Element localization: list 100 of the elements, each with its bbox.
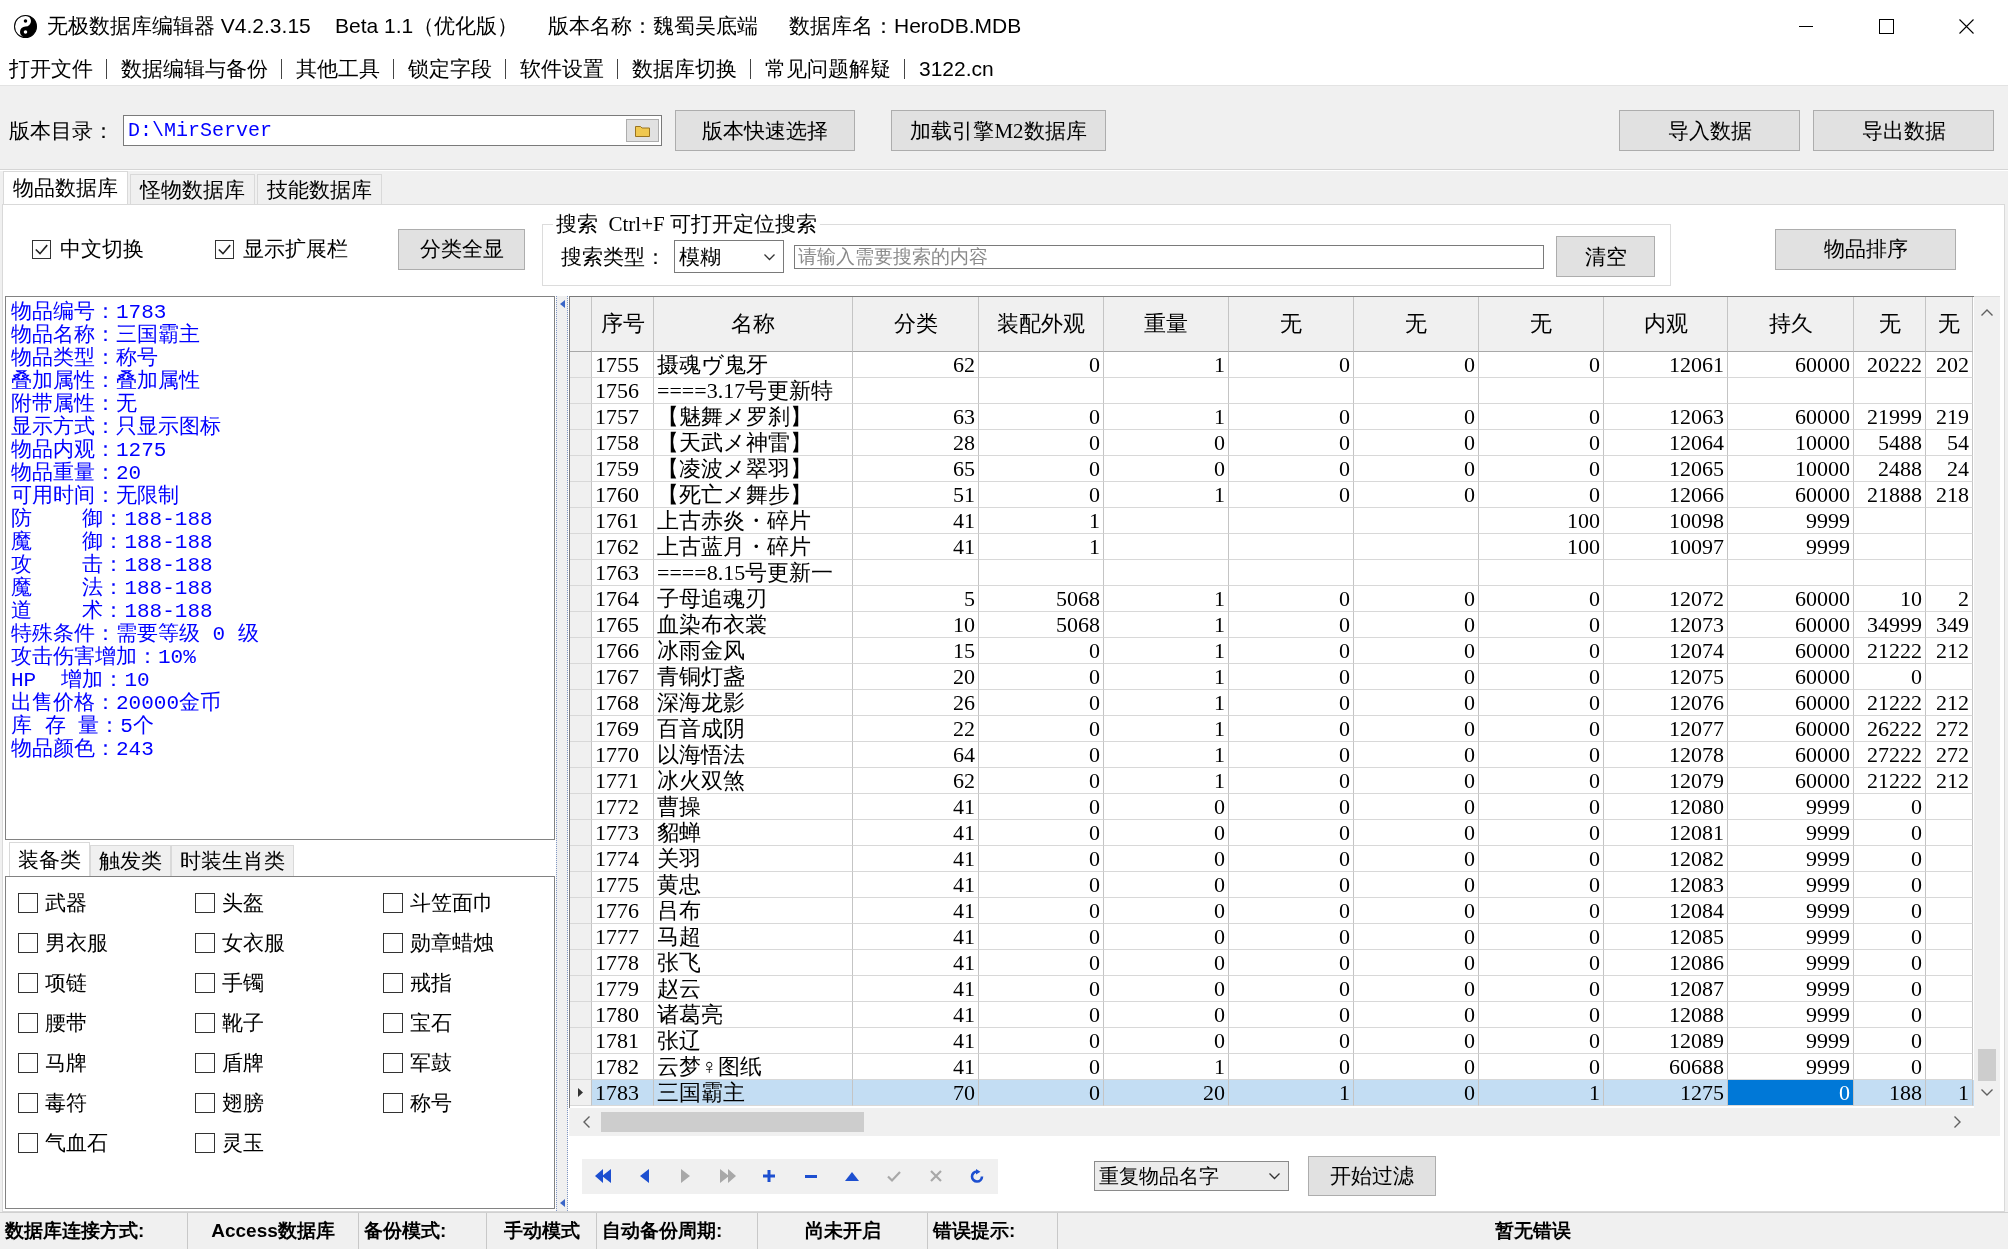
table-row[interactable]: 1770 以海悟法 64 0 1 0 0 0 12078 60000 27222 272 [570, 742, 1974, 768]
table-row[interactable]: 1763 ====8.15号更新一 [570, 560, 1974, 586]
collapse-arrow-icon[interactable] [559, 300, 565, 308]
table-row[interactable]: 1776 吕布 41 0 0 0 0 0 12084 9999 0 [570, 898, 1974, 924]
horizontal-scrollbar[interactable] [569, 1108, 1974, 1136]
category-checkbox[interactable]: 军鼓 [383, 1043, 452, 1083]
checkbox-icon[interactable] [383, 893, 403, 913]
collapse-arrow-icon[interactable] [559, 1199, 565, 1207]
checkbox-icon[interactable] [383, 1053, 403, 1073]
menu-item[interactable]: 数据编辑与备份 [121, 54, 268, 83]
plus-icon[interactable] [763, 1170, 776, 1182]
column-header[interactable]: 无 [1479, 297, 1604, 352]
category-checkbox[interactable]: 戒指 [383, 963, 452, 1003]
checkbox-icon[interactable] [195, 1053, 215, 1073]
table-row[interactable]: 1777 马超 41 0 0 0 0 0 12085 9999 0 [570, 924, 1974, 950]
checkbox-icon[interactable] [195, 1093, 215, 1113]
category-checkbox[interactable]: 称号 [383, 1083, 452, 1123]
menu-item[interactable]: 打开文件 [9, 54, 93, 83]
checkbox-icon[interactable] [195, 893, 215, 913]
column-header[interactable]: 序号 [592, 297, 654, 352]
category-checkbox[interactable]: 翅膀 [195, 1083, 264, 1123]
category-checkbox[interactable]: 手镯 [195, 963, 264, 1003]
up-triangle-icon[interactable] [845, 1171, 860, 1181]
category-checkbox[interactable]: 宝石 [383, 1003, 452, 1043]
option-checkbox[interactable]: 中文切换 [32, 235, 144, 263]
tab[interactable]: 技能数据库 [257, 174, 382, 204]
category-checkbox[interactable]: 马牌 [18, 1043, 87, 1083]
column-header[interactable]: 持久 [1728, 297, 1854, 352]
menu-item[interactable]: 数据库切换 [632, 54, 737, 83]
table-row[interactable]: 1782 云梦♀图纸 41 0 1 0 0 0 60688 9999 0 [570, 1054, 1974, 1080]
checkbox-icon[interactable] [383, 1013, 403, 1033]
category-checkbox[interactable]: 毒符 [18, 1083, 87, 1123]
minus-icon[interactable] [804, 1174, 817, 1178]
filter-select[interactable]: 重复物品名字 [1094, 1161, 1289, 1191]
chevron-right-icon[interactable] [1954, 1116, 1961, 1128]
column-header[interactable]: 无 [1354, 297, 1479, 352]
clear-button[interactable]: 清空 [1556, 236, 1655, 277]
table-row[interactable]: 1773 貂蝉 41 0 0 0 0 0 12081 9999 0 [570, 820, 1974, 846]
table-row[interactable]: 1783 三国霸主 70 0 20 1 0 1 1275 0 188 1 [570, 1080, 1974, 1106]
row-indicator[interactable] [570, 1080, 592, 1106]
table-row[interactable]: 1767 青铜灯盏 20 0 1 0 0 0 12075 60000 0 [570, 664, 1974, 690]
table-row[interactable]: 1755 摄魂ヴ鬼牙 62 0 1 0 0 0 12061 60000 20222 202 [570, 352, 1974, 378]
table-row[interactable]: 1758 【天武メ神雷】 28 0 0 0 0 0 12064 10000 5488 54 [570, 430, 1974, 456]
category-checkbox[interactable]: 勋章蜡烛 [383, 923, 494, 963]
column-header[interactable]: 无 [1926, 297, 1973, 352]
column-header[interactable]: 名称 [654, 297, 853, 352]
option-checkbox[interactable]: 显示扩展栏 [215, 235, 348, 263]
category-checkbox[interactable]: 靴子 [195, 1003, 264, 1043]
browse-button[interactable] [626, 119, 659, 142]
table-row[interactable]: 1762 上古蓝月・碎片 41 1 100 10097 9999 [570, 534, 1974, 560]
checkbox-icon[interactable] [18, 933, 38, 953]
category-tab[interactable]: 时装生肖类 [171, 845, 294, 876]
toolbar-button[interactable]: 导出数据 [1813, 110, 1994, 151]
table-row[interactable]: 1774 关羽 41 0 0 0 0 0 12082 9999 0 [570, 846, 1974, 872]
column-header[interactable]: 重量 [1104, 297, 1229, 352]
menu-item[interactable]: 3122.cn [919, 56, 994, 81]
table-row[interactable]: 1759 【凌波メ翠羽】 65 0 0 0 0 0 12065 10000 2488 24 [570, 456, 1974, 482]
tab[interactable]: 物品数据库 [3, 171, 128, 204]
search-type-select[interactable]: 模糊 [674, 240, 784, 273]
show-all-button[interactable]: 分类全显 [398, 228, 525, 270]
category-checkbox[interactable]: 项链 [18, 963, 87, 1003]
column-header[interactable]: 内观 [1604, 297, 1728, 352]
checkbox-icon[interactable] [383, 933, 403, 953]
column-header[interactable]: 无 [1229, 297, 1354, 352]
checkbox-icon[interactable] [18, 893, 38, 913]
table-row[interactable]: 1760 【死亡メ舞步】 51 0 1 0 0 0 12066 60000 21888 218 [570, 482, 1974, 508]
scrollbar-thumb[interactable] [601, 1112, 864, 1132]
search-field[interactable]: 请输入需要搜索的内容 [794, 244, 1544, 269]
table-row[interactable]: 1757 【魅舞メ罗刹】 63 0 1 0 0 0 12063 60000 21999 219 [570, 404, 1974, 430]
checkbox-icon[interactable] [18, 1053, 38, 1073]
checkbox-icon[interactable] [195, 933, 215, 953]
category-checkbox[interactable]: 武器 [18, 883, 87, 923]
toolbar-button[interactable]: 版本快速选择 [675, 110, 855, 151]
table-row[interactable]: 1780 诸葛亮 41 0 0 0 0 0 12088 9999 0 [570, 1002, 1974, 1028]
left-triangle-icon[interactable] [639, 1169, 649, 1183]
category-checkbox[interactable]: 女衣服 [195, 923, 285, 963]
chevron-up-icon[interactable] [1981, 309, 1993, 316]
table-row[interactable]: 1761 上古赤炎・碎片 41 1 100 10098 9999 [570, 508, 1974, 534]
table-row[interactable]: 1766 冰雨金风 15 0 1 0 0 0 12074 60000 21222 212 [570, 638, 1974, 664]
checkbox-icon[interactable] [18, 973, 38, 993]
category-checkbox[interactable]: 灵玉 [195, 1123, 264, 1163]
checkbox-icon[interactable] [32, 239, 51, 259]
toolbar-button[interactable]: 加载引擎M2数据库 [891, 110, 1106, 151]
checkbox-icon[interactable] [18, 1013, 38, 1033]
menu-item[interactable]: 常见问题解疑 [765, 54, 891, 83]
table-row[interactable]: 1778 张飞 41 0 0 0 0 0 12086 9999 0 [570, 950, 1974, 976]
toolbar-button[interactable]: 导入数据 [1619, 110, 1800, 151]
sort-button[interactable]: 物品排序 [1775, 228, 1956, 270]
table-row[interactable]: 1764 子母追魂刃 5 5068 1 0 0 0 12072 60000 10 2 [570, 586, 1974, 612]
table-row[interactable]: 1772 曹操 41 0 0 0 0 0 12080 9999 0 [570, 794, 1974, 820]
checkbox-icon[interactable] [215, 239, 234, 259]
category-tab[interactable]: 触发类 [90, 845, 171, 876]
menu-item[interactable]: 软件设置 [520, 54, 604, 83]
checkbox-icon[interactable] [383, 1093, 403, 1113]
tab[interactable]: 怪物数据库 [130, 174, 255, 204]
category-checkbox[interactable]: 男衣服 [18, 923, 108, 963]
menu-item[interactable]: 其他工具 [296, 54, 380, 83]
checkbox-icon[interactable] [18, 1133, 38, 1153]
category-checkbox[interactable]: 气血石 [18, 1123, 108, 1163]
maximize-icon[interactable] [1878, 18, 1894, 34]
